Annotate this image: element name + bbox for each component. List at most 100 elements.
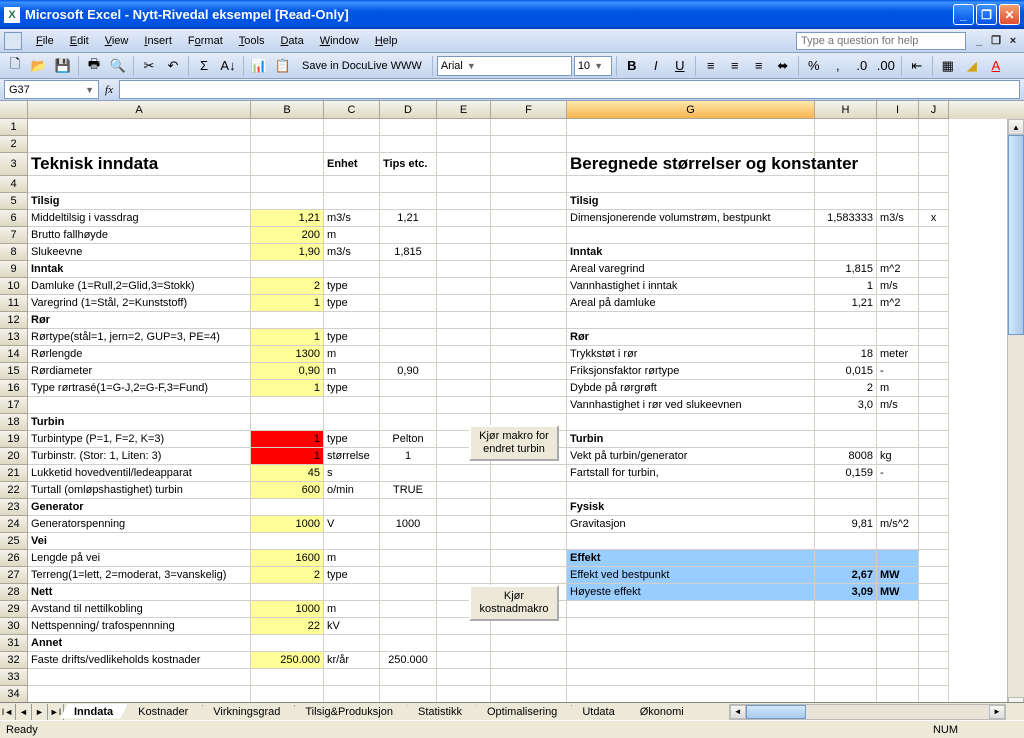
cell[interactable] xyxy=(491,261,567,278)
col-header[interactable]: H xyxy=(815,101,877,119)
cell[interactable] xyxy=(919,448,949,465)
cell[interactable]: Terreng(1=lett, 2=moderat, 3=vanskelig) xyxy=(28,567,251,584)
cell[interactable] xyxy=(380,278,437,295)
cell[interactable] xyxy=(919,669,949,686)
cell[interactable] xyxy=(491,550,567,567)
cell[interactable]: Tilsig xyxy=(28,193,251,210)
row-header[interactable]: 7 xyxy=(0,227,28,244)
cell[interactable]: 600 xyxy=(251,482,324,499)
cell[interactable]: Vekt på turbin/generator xyxy=(567,448,815,465)
cell[interactable]: 8008 xyxy=(815,448,877,465)
cell[interactable] xyxy=(919,363,949,380)
cell[interactable] xyxy=(491,210,567,227)
cell[interactable] xyxy=(491,244,567,261)
name-box[interactable]: G37▼ xyxy=(4,80,99,99)
row-header[interactable]: 23 xyxy=(0,499,28,516)
cell[interactable]: m xyxy=(324,363,380,380)
cell[interactable] xyxy=(491,686,567,703)
cell[interactable] xyxy=(437,363,491,380)
cell[interactable] xyxy=(491,136,567,153)
row-header[interactable]: 29 xyxy=(0,601,28,618)
cell[interactable] xyxy=(567,652,815,669)
cell[interactable]: type xyxy=(324,380,380,397)
cell[interactable] xyxy=(437,153,491,176)
cell[interactable]: Lengde på vei xyxy=(28,550,251,567)
cell[interactable] xyxy=(324,414,380,431)
cell[interactable] xyxy=(491,193,567,210)
row-header[interactable]: 17 xyxy=(0,397,28,414)
cell[interactable]: 1000 xyxy=(251,601,324,618)
scroll-up-icon[interactable]: ▲ xyxy=(1008,119,1024,135)
cell[interactable] xyxy=(877,153,919,176)
cell[interactable]: m xyxy=(877,380,919,397)
cell[interactable] xyxy=(919,414,949,431)
minimize-button[interactable]: _ xyxy=(953,4,974,25)
scroll-left-icon[interactable]: ◄ xyxy=(730,705,746,719)
cell[interactable] xyxy=(251,153,324,176)
cell[interactable] xyxy=(877,652,919,669)
cell[interactable] xyxy=(324,176,380,193)
font-size-select[interactable]: 10▼ xyxy=(574,56,612,76)
cell[interactable] xyxy=(380,176,437,193)
cell[interactable] xyxy=(815,176,877,193)
scroll-thumb[interactable] xyxy=(746,705,806,719)
cell[interactable] xyxy=(815,431,877,448)
cell[interactable]: s xyxy=(324,465,380,482)
cell[interactable] xyxy=(567,635,815,652)
cell[interactable]: 22 xyxy=(251,618,324,635)
cell[interactable]: Enhet xyxy=(324,153,380,176)
increase-decimal-icon[interactable]: .0 xyxy=(851,55,873,77)
cell[interactable] xyxy=(380,312,437,329)
cell[interactable] xyxy=(491,516,567,533)
cell[interactable] xyxy=(815,618,877,635)
menu-tools[interactable]: Tools xyxy=(231,33,273,49)
col-header[interactable]: F xyxy=(491,101,567,119)
cell[interactable] xyxy=(919,567,949,584)
cell[interactable]: Middeltilsig i vassdrag xyxy=(28,210,251,227)
cell[interactable] xyxy=(877,533,919,550)
cell[interactable]: m xyxy=(324,227,380,244)
cell[interactable] xyxy=(491,465,567,482)
col-header[interactable]: I xyxy=(877,101,919,119)
cell[interactable] xyxy=(437,312,491,329)
cell[interactable]: 3,0 xyxy=(815,397,877,414)
col-header[interactable]: G xyxy=(567,101,815,119)
cell[interactable] xyxy=(251,499,324,516)
cell[interactable] xyxy=(491,397,567,414)
cell[interactable] xyxy=(437,295,491,312)
cell[interactable] xyxy=(919,244,949,261)
cell[interactable] xyxy=(919,686,949,703)
tab-next-icon[interactable]: ► xyxy=(32,704,48,720)
cell[interactable] xyxy=(877,119,919,136)
cell[interactable] xyxy=(919,136,949,153)
decrease-decimal-icon[interactable]: .00 xyxy=(875,55,897,77)
cell[interactable] xyxy=(491,329,567,346)
cell[interactable]: 18 xyxy=(815,346,877,363)
cell[interactable]: Teknisk inndata xyxy=(28,153,251,176)
col-header[interactable]: B xyxy=(251,101,324,119)
cell[interactable] xyxy=(815,550,877,567)
cell[interactable] xyxy=(919,193,949,210)
cell[interactable]: 1,90 xyxy=(251,244,324,261)
cell[interactable]: m3/s xyxy=(877,210,919,227)
sheet-tab[interactable]: Kostnader xyxy=(124,705,203,719)
cell[interactable] xyxy=(251,635,324,652)
cell[interactable]: 1 xyxy=(251,329,324,346)
open-icon[interactable]: 📂 xyxy=(28,55,50,77)
cell[interactable] xyxy=(877,499,919,516)
cell[interactable]: kg xyxy=(877,448,919,465)
print-icon[interactable]: 🖶 xyxy=(83,55,105,77)
cell[interactable] xyxy=(877,136,919,153)
row-header[interactable]: 19 xyxy=(0,431,28,448)
horizontal-scrollbar[interactable]: ◄ ► xyxy=(729,704,1006,720)
cell[interactable]: Annet xyxy=(28,635,251,652)
cell[interactable] xyxy=(919,618,949,635)
cell[interactable] xyxy=(437,136,491,153)
row-header[interactable]: 4 xyxy=(0,176,28,193)
preview-icon[interactable]: 🔍 xyxy=(107,55,129,77)
sort-icon[interactable]: A↓ xyxy=(217,55,239,77)
cell[interactable]: Tips etc. xyxy=(380,153,437,176)
menu-edit[interactable]: Edit xyxy=(62,33,97,49)
new-icon[interactable]: 🗋 xyxy=(4,55,26,77)
cell[interactable]: 1 xyxy=(815,278,877,295)
